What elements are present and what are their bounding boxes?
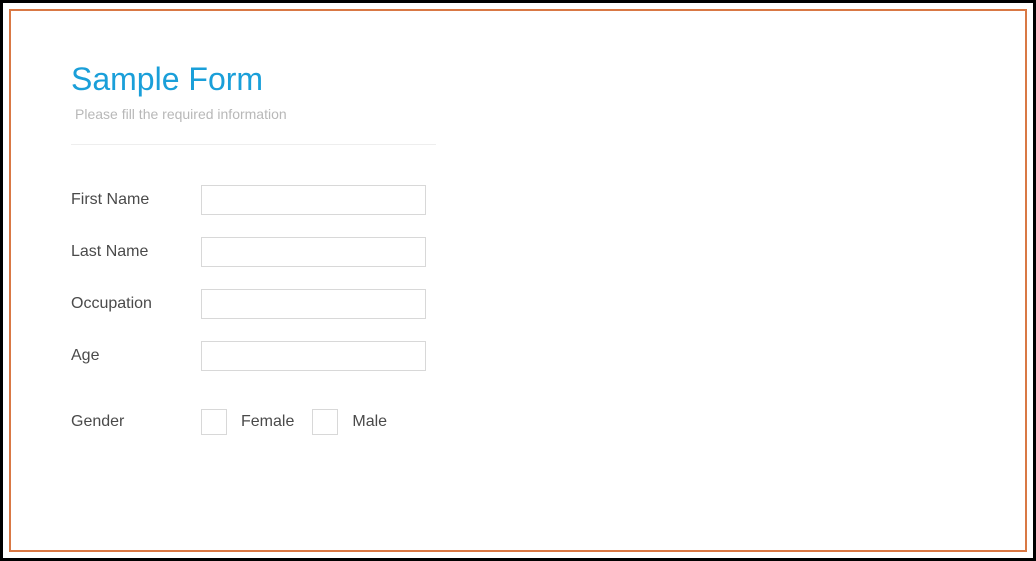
gender-male-item: Male <box>312 409 387 435</box>
gender-male-label: Male <box>352 413 387 431</box>
gender-label: Gender <box>71 413 201 431</box>
last-name-row: Last Name <box>71 237 965 267</box>
age-input[interactable] <box>201 341 426 371</box>
inner-frame: Sample Form Please fill the required inf… <box>9 9 1027 552</box>
occupation-label: Occupation <box>71 295 201 313</box>
first-name-label: First Name <box>71 191 201 209</box>
form-title: Sample Form <box>71 61 965 98</box>
gender-options: Female Male <box>201 409 387 435</box>
age-row: Age <box>71 341 965 371</box>
last-name-label: Last Name <box>71 243 201 261</box>
divider <box>71 144 436 145</box>
first-name-row: First Name <box>71 185 965 215</box>
gender-male-checkbox[interactable] <box>312 409 338 435</box>
age-label: Age <box>71 347 201 365</box>
last-name-input[interactable] <box>201 237 426 267</box>
form-subtitle: Please fill the required information <box>75 106 965 122</box>
occupation-row: Occupation <box>71 289 965 319</box>
gender-female-checkbox[interactable] <box>201 409 227 435</box>
outer-frame: Sample Form Please fill the required inf… <box>0 0 1036 561</box>
gender-female-label: Female <box>241 413 294 431</box>
occupation-input[interactable] <box>201 289 426 319</box>
first-name-input[interactable] <box>201 185 426 215</box>
gender-row: Gender Female Male <box>71 409 965 435</box>
gender-female-item: Female <box>201 409 294 435</box>
